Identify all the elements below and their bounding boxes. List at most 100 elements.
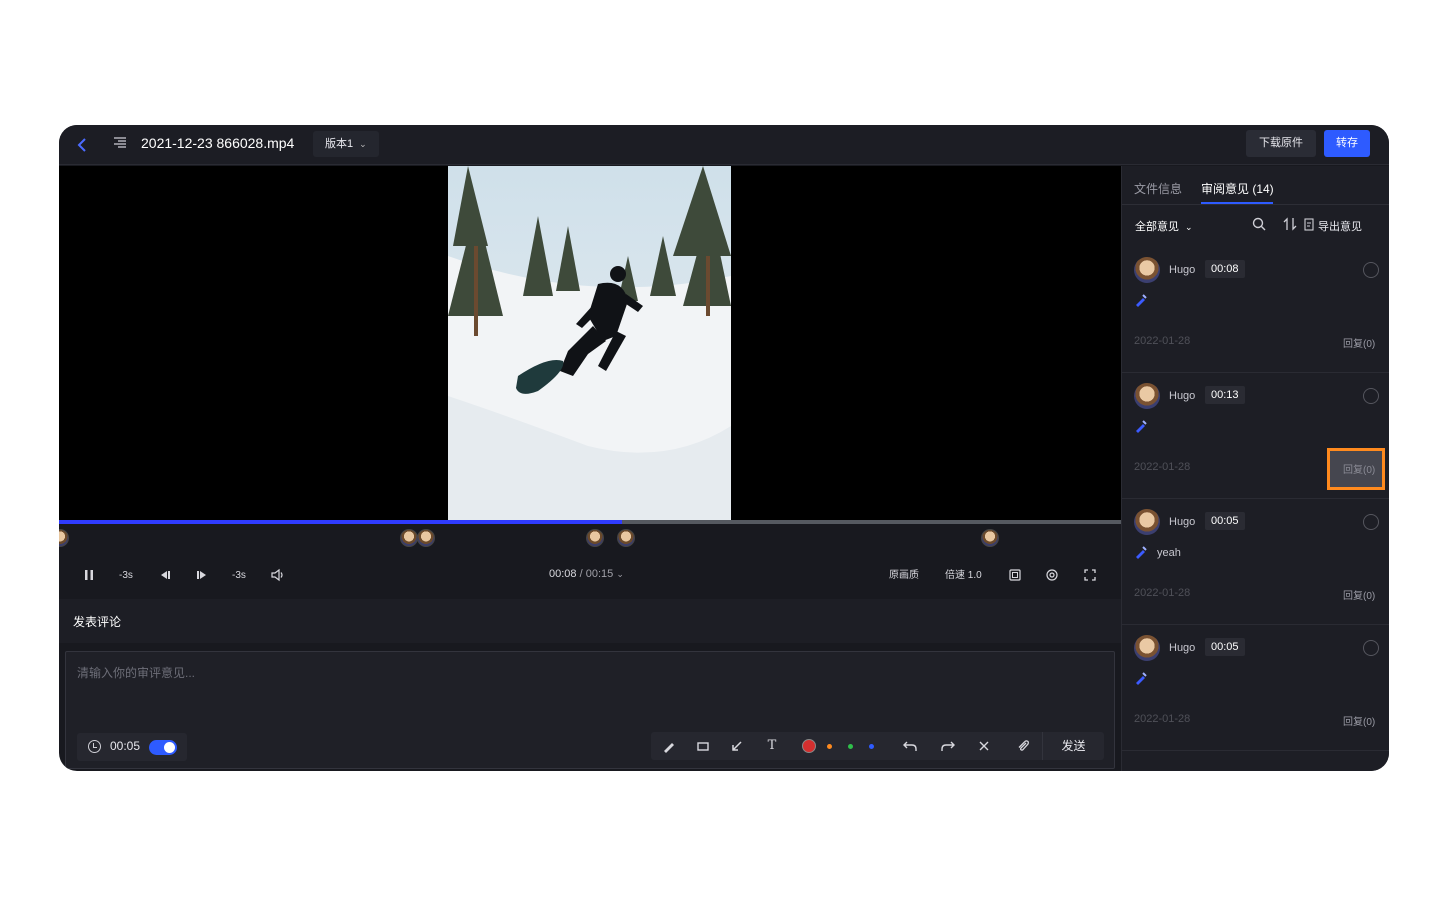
video-player[interactable] — [59, 166, 1121, 520]
annotation-toolbar: T 发送 — [651, 732, 1104, 760]
chevron-down-icon: ⌄ — [359, 139, 367, 149]
rewind-button[interactable]: -3s — [119, 568, 133, 584]
comment-marker[interactable] — [417, 529, 435, 547]
filter-label: 全部意见 — [1135, 221, 1179, 233]
rectangle-icon[interactable] — [695, 738, 711, 754]
redo-icon[interactable] — [940, 738, 956, 754]
speed-button[interactable]: 倍速 1.0 — [945, 568, 982, 584]
settings-icon[interactable] — [1045, 568, 1059, 588]
comment-placeholder: 清输入你的审评意见... — [77, 666, 196, 680]
back-arrow-icon[interactable] — [75, 135, 89, 155]
comment-date: 2022-01-28 — [1134, 713, 1191, 725]
file-title: 2021-12-23 866028.mp4 — [141, 135, 295, 151]
next-frame-icon[interactable] — [195, 568, 209, 588]
comment-author: Hugo — [1169, 642, 1196, 654]
fit-screen-icon[interactable] — [1008, 568, 1022, 588]
file-list-icon[interactable] — [113, 136, 127, 150]
comment-card[interactable]: Hugo 00:05 yeah 2022-01-28 回复(0) — [1122, 499, 1389, 625]
version-dropdown[interactable]: 版本1 ⌄ — [313, 131, 379, 157]
tabs-divider — [1122, 204, 1389, 205]
color-red[interactable] — [802, 739, 816, 753]
attachment-icon[interactable] — [1015, 738, 1031, 754]
resolve-radio[interactable] — [1363, 388, 1379, 404]
download-original-button[interactable]: 下载原件 — [1246, 130, 1316, 157]
avatar — [1134, 635, 1160, 661]
comment-marker[interactable] — [59, 529, 69, 547]
comment-date: 2022-01-28 — [1134, 461, 1191, 473]
comment-text: yeah — [1157, 547, 1181, 559]
player-controls: -3s -3s 00:08 / 00:15 ⌄ 原画质 倍速 1.0 — [59, 554, 1121, 599]
comment-card[interactable]: Hugo 00:05 2022-01-28 回复(0) — [1122, 625, 1389, 751]
send-button[interactable]: 发送 — [1042, 732, 1104, 760]
reply-focus-highlight — [1327, 448, 1385, 490]
color-green[interactable] — [848, 744, 853, 749]
review-window: 2021-12-23 866028.mp4 版本1 ⌄ 下载原件 转存 -3s … — [59, 125, 1389, 771]
color-blue[interactable] — [869, 744, 874, 749]
previous-frame-icon[interactable] — [158, 568, 172, 588]
resolve-radio[interactable] — [1363, 640, 1379, 656]
comment-heading: 发表评论 — [73, 615, 122, 629]
time-separator: / — [579, 568, 583, 580]
current-time: 00:08 — [549, 568, 577, 580]
comment-date: 2022-01-28 — [1134, 335, 1191, 347]
comment-timecode[interactable]: 00:05 — [1205, 638, 1245, 656]
resolve-radio[interactable] — [1363, 262, 1379, 278]
forward-button[interactable]: -3s — [232, 568, 246, 584]
comment-input-box[interactable]: 清输入你的审评意见... 00:05 T 发送 — [65, 651, 1115, 769]
tab-file-info[interactable]: 文件信息 — [1134, 180, 1182, 197]
timestamp-attach[interactable]: 00:05 — [77, 733, 187, 761]
pause-icon[interactable] — [83, 568, 95, 588]
comment-author: Hugo — [1169, 264, 1196, 276]
save-copy-button[interactable]: 转存 — [1324, 130, 1370, 157]
avatar — [1134, 509, 1160, 535]
avatar — [1134, 257, 1160, 283]
annotation-brush-icon — [1134, 545, 1148, 559]
tab-review-comments[interactable]: 审阅意见 (14) — [1201, 180, 1274, 197]
time-display[interactable]: 00:08 / 00:15 ⌄ — [549, 568, 624, 580]
reply-link[interactable]: 回复(0) — [1343, 335, 1375, 350]
comment-marker[interactable] — [586, 529, 604, 547]
annotation-brush-icon — [1134, 671, 1148, 685]
undo-icon[interactable] — [902, 738, 918, 754]
color-orange[interactable] — [827, 744, 832, 749]
comment-marker[interactable] — [981, 529, 999, 547]
fullscreen-icon[interactable] — [1083, 568, 1097, 588]
comment-author: Hugo — [1169, 516, 1196, 528]
top-bar: 2021-12-23 866028.mp4 版本1 ⌄ 下载原件 转存 — [59, 125, 1389, 165]
comment-author: Hugo — [1169, 390, 1196, 402]
reply-link[interactable]: 回复(0) — [1343, 713, 1375, 728]
quality-button[interactable]: 原画质 — [889, 568, 919, 584]
version-label: 版本1 — [325, 138, 354, 150]
video-frame — [448, 166, 731, 520]
avatar — [1134, 383, 1160, 409]
comment-section-header: 发表评论 — [59, 599, 1121, 643]
volume-icon[interactable] — [270, 568, 286, 588]
arrow-icon[interactable] — [729, 738, 745, 754]
chevron-down-icon: ⌄ — [1185, 222, 1193, 232]
comment-card[interactable]: Hugo 00:08 2022-01-28 回复(0) — [1122, 247, 1389, 373]
comment-date: 2022-01-28 — [1134, 587, 1191, 599]
comment-timecode[interactable]: 00:08 — [1205, 260, 1245, 278]
comment-marker[interactable] — [400, 529, 418, 547]
annotation-brush-icon — [1134, 293, 1148, 307]
export-comments-button[interactable]: 导出意见 — [1318, 218, 1362, 234]
comment-markers — [59, 524, 1121, 554]
export-icon — [1304, 218, 1316, 234]
annotation-brush-icon — [1134, 419, 1148, 433]
comment-filter-dropdown[interactable]: 全部意见 ⌄ — [1135, 218, 1193, 234]
text-tool-icon[interactable]: T — [764, 738, 780, 754]
reply-link[interactable]: 回复(0) — [1343, 587, 1375, 602]
resolve-radio[interactable] — [1363, 514, 1379, 530]
search-icon[interactable] — [1252, 217, 1266, 234]
sort-icon[interactable] — [1283, 217, 1297, 234]
comment-timecode[interactable]: 00:05 — [1205, 512, 1245, 530]
timestamp-toggle[interactable] — [149, 740, 177, 755]
total-time: 00:15 — [585, 568, 614, 580]
clear-icon[interactable] — [976, 738, 992, 754]
comment-timecode[interactable]: 00:13 — [1205, 386, 1245, 404]
chevron-down-icon: ⌄ — [616, 569, 624, 579]
pen-icon[interactable] — [661, 738, 677, 754]
timestamp-value: 00:05 — [110, 739, 141, 753]
comment-marker[interactable] — [617, 529, 635, 547]
clock-icon — [88, 740, 101, 753]
